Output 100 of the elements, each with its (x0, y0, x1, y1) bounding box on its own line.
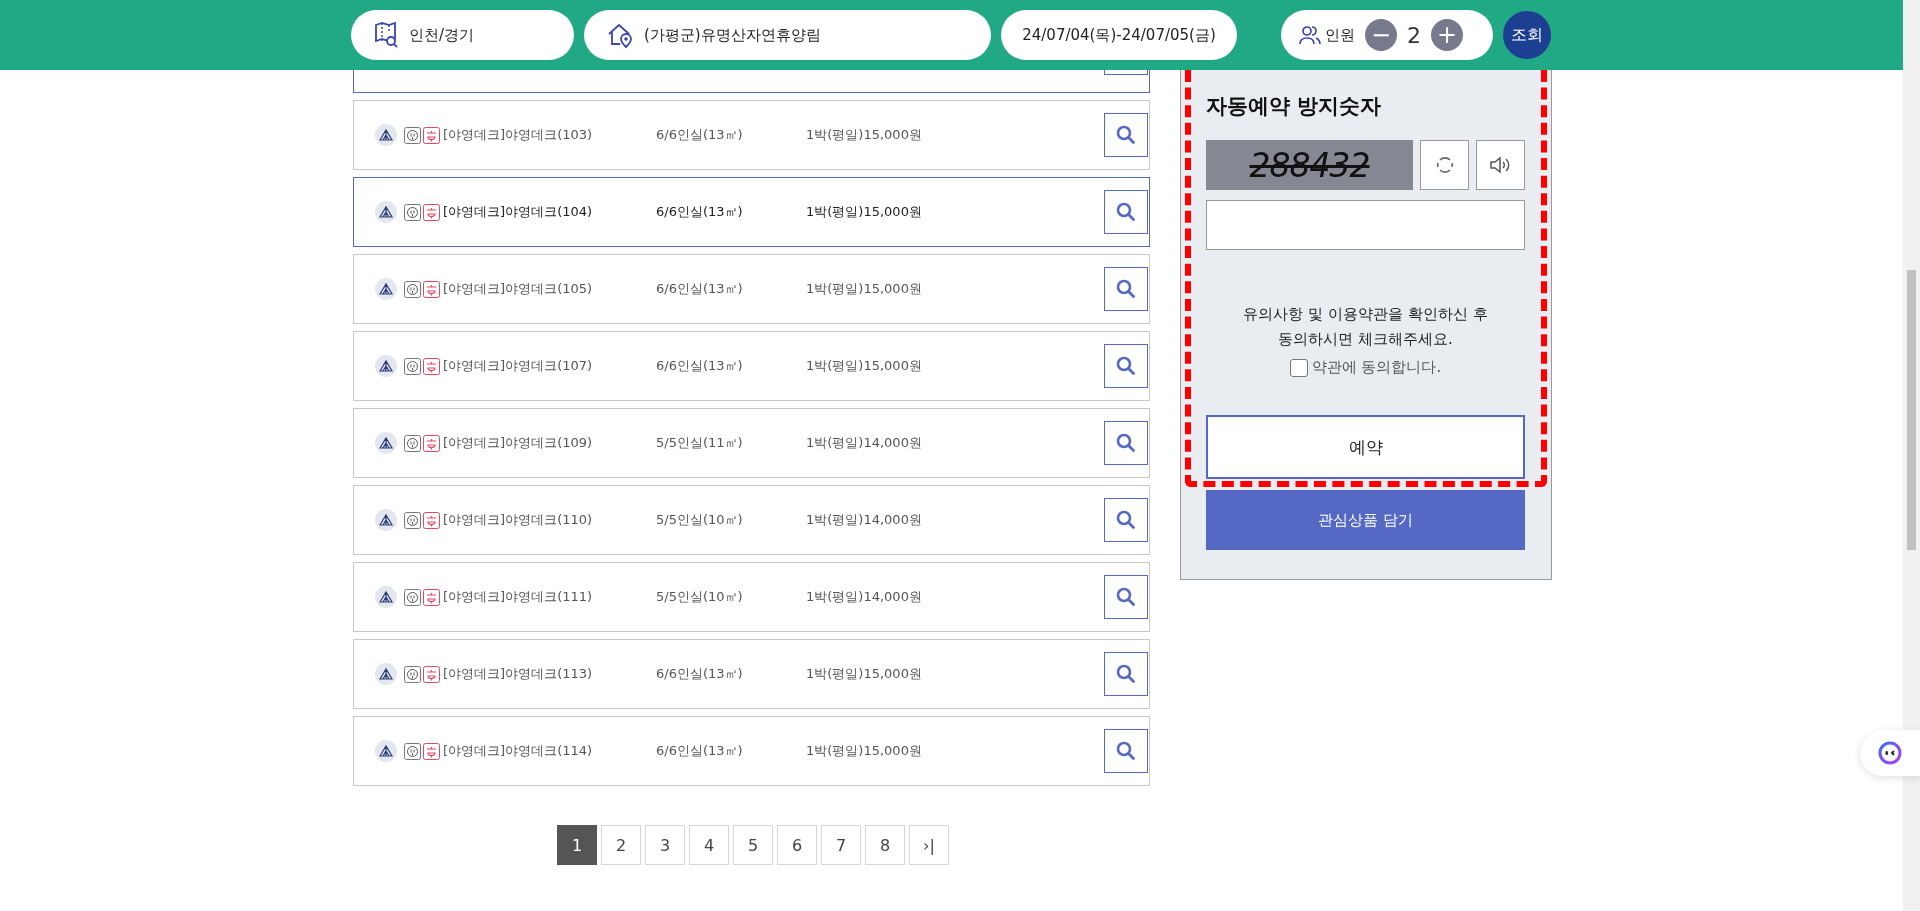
fire-icon (423, 665, 440, 683)
tent-icon (375, 663, 397, 685)
map-icon (373, 21, 399, 49)
site-name: [야영데크]야영데크(107) (443, 357, 594, 375)
tent-icon (375, 740, 397, 762)
capacity-text: 6/6인실(13㎡) (656, 357, 744, 375)
last-page-button[interactable]: ›| (909, 825, 949, 865)
search-submit-button[interactable]: 조회 (1503, 11, 1551, 59)
capacity-text: 5/5인실(10㎡) (656, 511, 744, 529)
site-row[interactable]: [야영데크]야영데크(109) 5/5인실(11㎡) 1박(평일)14,000원 (353, 408, 1150, 478)
site-name: [야영데크]야영데크(109) (443, 434, 594, 452)
site-row[interactable]: [야영데크]야영데크(104) 6/6인실(13㎡) 1박(평일)15,000원 (353, 177, 1150, 247)
people-label: 인원 (1325, 25, 1355, 45)
audio-button[interactable] (1476, 140, 1525, 190)
people-icon (1299, 25, 1321, 45)
outlet-icon (404, 126, 421, 144)
captcha-image: 288432 (1206, 140, 1413, 190)
fire-icon (423, 280, 440, 298)
reserve-button[interactable]: 예약 (1206, 415, 1525, 479)
price-text: 1박(평일)14,000원 (806, 434, 923, 452)
captcha-input-field[interactable] (1206, 200, 1525, 250)
page-button[interactable]: 6 (777, 825, 817, 865)
search-icon (1116, 356, 1136, 376)
search-icon (1116, 741, 1136, 761)
date-selector[interactable]: 24/07/04(목)-24/07/05(금) (1001, 10, 1237, 60)
fire-icon (423, 126, 440, 144)
tent-icon (375, 586, 397, 608)
refresh-button[interactable] (1420, 140, 1469, 190)
site-row[interactable]: [야영데크]야영데크(113) 6/6인실(13㎡) 1박(평일)15,000원 (353, 639, 1150, 709)
capacity-text: 6/6인실(13㎡) (656, 126, 744, 144)
notice-text: 유의사항 및 이용약관을 확인하신 후 동의하시면 체크해주세요. (1242, 304, 1489, 350)
site-name: [야영데크]야영데크(103) (443, 126, 594, 144)
fire-icon (423, 434, 440, 452)
price-text: 1박(평일)14,000원 (806, 588, 923, 606)
capacity-text: 6/6인실(13㎡) (656, 280, 744, 298)
site-name: [야영데크]야영데크(113) (443, 665, 594, 683)
site-row[interactable] (353, 70, 1150, 93)
price-text: 1박(평일)15,000원 (806, 280, 923, 298)
site-row[interactable]: [야영데크]야영데크(111) 5/5인실(10㎡) 1박(평일)14,000원 (353, 562, 1150, 632)
agree-label: 약관에 동의합니다. (1311, 358, 1442, 377)
search-icon (1116, 510, 1136, 530)
outlet-icon (404, 588, 421, 606)
capacity-text: 5/5인실(10㎡) (656, 588, 744, 606)
site-selector[interactable]: (가평군)유명산자연휴양림 (584, 10, 991, 60)
search-icon (1116, 587, 1136, 607)
outlet-icon (404, 742, 421, 760)
outlet-icon (404, 280, 421, 298)
site-name: [야영데크]야영데크(111) (443, 588, 594, 606)
outlet-icon (404, 511, 421, 529)
region-selector[interactable]: 인천/경기 (351, 10, 574, 60)
page-button[interactable]: 4 (689, 825, 729, 865)
wishlist-button[interactable]: 관심상품 담기 (1206, 490, 1525, 550)
page-button[interactable]: 1 (557, 825, 597, 865)
price-text: 1박(평일)15,000원 (806, 665, 923, 683)
panel-title: 자동예약 방지숫자 (1206, 93, 1383, 120)
minus-button[interactable]: − (1365, 19, 1397, 51)
plus-button[interactable]: + (1431, 19, 1463, 51)
tent-icon (375, 201, 397, 223)
outlet-icon (404, 434, 421, 452)
price-text: 1박(평일)14,000원 (806, 511, 923, 529)
site-name: [야영데크]야영데크(110) (443, 511, 594, 529)
site-name: [야영데크]야영데크(114) (443, 742, 594, 760)
tent-icon (375, 355, 397, 377)
site-row[interactable]: [야영데크]야영데크(105) 6/6인실(13㎡) 1박(평일)15,000원 (353, 254, 1150, 324)
site-name: [야영데크]야영데크(104) (443, 203, 594, 221)
refresh-icon (1434, 155, 1455, 175)
price-text: 1박(평일)15,000원 (806, 742, 923, 760)
capacity-text: 6/6인실(13㎡) (656, 203, 744, 221)
page-button[interactable]: 3 (645, 825, 685, 865)
tent-icon (375, 278, 397, 300)
outlet-icon (404, 665, 421, 683)
outlet-icon (404, 203, 421, 221)
fire-icon (423, 203, 440, 221)
site-row[interactable]: [야영데크]야영데크(110) 5/5인실(10㎡) 1박(평일)14,000원 (353, 485, 1150, 555)
fire-icon (423, 742, 440, 760)
search-icon (1116, 664, 1136, 684)
page-button[interactable]: 5 (733, 825, 773, 865)
house-pin-icon (606, 21, 634, 49)
capacity-text: 5/5인실(11㎡) (656, 434, 744, 452)
capacity-text: 6/6인실(13㎡) (656, 665, 744, 683)
price-text: 1박(평일)15,000원 (806, 357, 923, 375)
page-button[interactable]: 7 (821, 825, 861, 865)
site-name: [야영데크]야영데크(105) (443, 280, 594, 298)
search-icon (1116, 202, 1136, 222)
site-row[interactable]: [야영데크]야영데크(107) 6/6인실(13㎡) 1박(평일)15,000원 (353, 331, 1150, 401)
page-button[interactable]: 2 (601, 825, 641, 865)
chat-bot-icon (1878, 741, 1902, 765)
chat-button[interactable] (1860, 730, 1920, 776)
site-row[interactable]: [야영데크]야영데크(103) 6/6인실(13㎡) 1박(평일)15,000원 (353, 100, 1150, 170)
outlet-icon (404, 357, 421, 375)
price-text: 1박(평일)15,000원 (806, 203, 923, 221)
fire-icon (423, 588, 440, 606)
agree-checkbox[interactable] (1289, 358, 1308, 377)
page-button[interactable]: 8 (865, 825, 905, 865)
price-text: 1박(평일)15,000원 (806, 126, 923, 144)
site-row[interactable]: [야영데크]야영데크(114) 6/6인실(13㎡) 1박(평일)15,000원 (353, 716, 1150, 786)
people-count: 2 (1407, 22, 1421, 48)
search-icon (1116, 125, 1136, 145)
tent-icon (375, 509, 397, 531)
fire-icon (423, 511, 440, 529)
